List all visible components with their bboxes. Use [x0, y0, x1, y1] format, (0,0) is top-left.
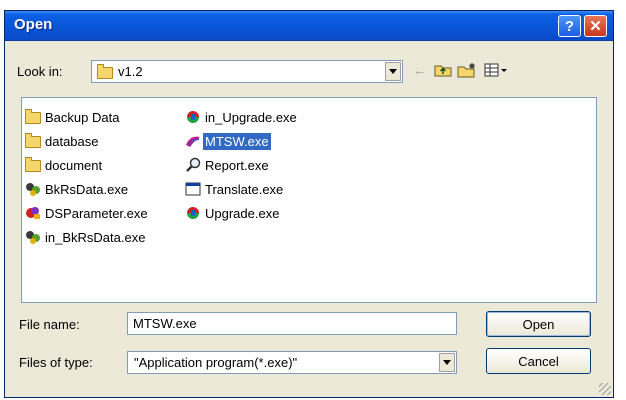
- folder-icon: [25, 109, 41, 124]
- chevron-down-icon[interactable]: [439, 353, 455, 372]
- app-icon: [25, 181, 41, 197]
- app-icon: [185, 205, 201, 221]
- open-dialog: Open ? ✕ Look in: v1.2 ← Backup Data dat…: [4, 10, 614, 398]
- list-item[interactable]: Upgrade.exe: [185, 204, 281, 222]
- app-icon: [185, 109, 201, 125]
- help-button[interactable]: ?: [558, 15, 581, 37]
- app-icon: [25, 205, 41, 221]
- cancel-button[interactable]: Cancel: [486, 348, 591, 374]
- list-item[interactable]: Report.exe: [185, 156, 271, 174]
- list-item[interactable]: Translate.exe: [185, 180, 285, 198]
- list-item[interactable]: in_BkRsData.exe: [25, 228, 147, 246]
- list-item[interactable]: document: [25, 156, 104, 174]
- dialog-title: Open: [14, 16, 53, 33]
- folder-icon: [97, 64, 113, 79]
- list-item[interactable]: Backup Data: [25, 108, 121, 126]
- file-name-field[interactable]: MTSW.exe: [127, 312, 457, 335]
- open-button[interactable]: Open: [486, 311, 591, 337]
- file-type-value: "Application program(*.exe)": [134, 355, 298, 370]
- look-in-value: v1.2: [118, 64, 143, 79]
- file-list[interactable]: Backup Data database document BkRsData.e…: [21, 97, 597, 303]
- close-button[interactable]: ✕: [584, 15, 607, 37]
- look-in-label: Look in:: [17, 64, 63, 79]
- list-item[interactable]: in_Upgrade.exe: [185, 108, 299, 126]
- resize-grip[interactable]: [599, 383, 611, 395]
- back-icon[interactable]: ←: [410, 61, 430, 79]
- new-folder-icon[interactable]: [457, 61, 477, 79]
- chevron-down-icon[interactable]: [385, 62, 401, 81]
- magnifier-icon: [185, 157, 201, 173]
- view-menu-icon[interactable]: [483, 61, 509, 79]
- title-bar[interactable]: Open ? ✕: [5, 11, 613, 41]
- window-icon: [185, 181, 201, 197]
- list-item[interactable]: DSParameter.exe: [25, 204, 150, 222]
- folder-icon: [25, 157, 41, 172]
- list-item[interactable]: MTSW.exe: [185, 132, 271, 150]
- list-item[interactable]: BkRsData.exe: [25, 180, 130, 198]
- file-name-label: File name:: [19, 317, 80, 332]
- file-type-select[interactable]: "Application program(*.exe)": [127, 351, 457, 374]
- up-folder-icon[interactable]: [433, 61, 453, 79]
- list-item[interactable]: database: [25, 132, 101, 150]
- file-type-label: Files of type:: [19, 355, 93, 370]
- app-icon: [185, 133, 201, 149]
- folder-icon: [25, 133, 41, 148]
- look-in-select[interactable]: v1.2: [91, 60, 403, 83]
- app-icon: [25, 229, 41, 245]
